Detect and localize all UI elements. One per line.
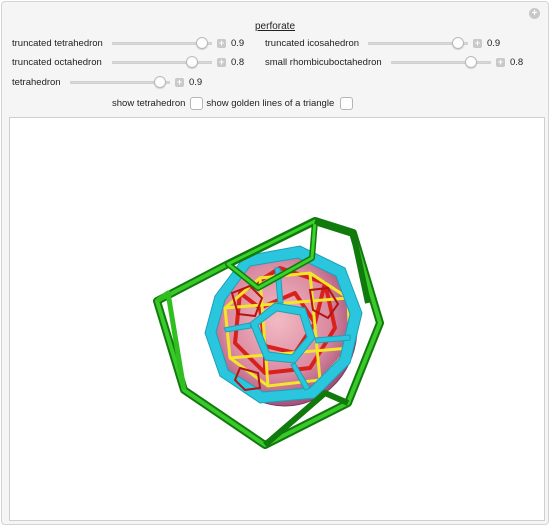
slider-value: 0.8 [510,56,524,68]
slider-label: truncated octahedron [12,56,102,68]
show-tetrahedron-checkbox[interactable] [190,96,204,110]
checkbox-row: show tetrahedron show golden lines of a … [112,96,354,110]
graphics-3d-view[interactable] [9,117,545,521]
plus-box-icon[interactable]: + [175,77,184,87]
slider-small-rhombicuboctahedron: small rhombicuboctahedron + 0.8 [265,55,523,69]
slider-track[interactable] [112,55,212,68]
plus-box-icon[interactable]: + [217,57,226,67]
slider-truncated-icosahedron: truncated icosahedron + 0.9 [265,36,500,50]
slider-truncated-tetrahedron: truncated tetrahedron + 0.9 [12,36,244,50]
plus-box-icon[interactable]: + [496,57,505,67]
polyhedra-render[interactable] [10,118,544,520]
section-title: perforate [254,21,296,32]
slider-track[interactable] [112,36,212,49]
manipulate-panel: + perforate truncated tetrahedron + 0.9 … [1,1,549,525]
slider-track[interactable] [391,55,491,68]
show-golden-lines-checkbox[interactable] [340,96,354,110]
slider-value: 0.8 [231,56,245,68]
slider-thumb[interactable] [154,75,166,88]
slider-thumb[interactable] [452,36,464,49]
slider-thumb[interactable] [186,55,198,68]
slider-truncated-octahedron: truncated octahedron + 0.8 [12,55,244,69]
slider-tetrahedron: tetrahedron + 0.9 [12,75,202,89]
slider-label: small rhombicuboctahedron [265,56,382,68]
slider-thumb[interactable] [196,36,208,49]
slider-track[interactable] [70,75,170,88]
slider-value: 0.9 [189,76,203,88]
slider-label: truncated tetrahedron [12,37,103,49]
slider-value: 0.9 [487,37,501,49]
slider-track[interactable] [368,36,468,49]
plus-box-icon[interactable]: + [217,38,226,48]
slider-label: tetrahedron [12,76,61,88]
plus-box-icon[interactable]: + [473,38,482,48]
slider-thumb[interactable] [465,55,477,68]
checkbox-label-show-tetrahedron: show tetrahedron [112,97,186,109]
slider-label: truncated icosahedron [265,37,360,49]
slider-value: 0.9 [231,37,245,49]
checkbox-label-show-golden-lines: show golden lines of a triangle [206,97,335,109]
plus-circle-icon[interactable]: + [529,8,540,19]
